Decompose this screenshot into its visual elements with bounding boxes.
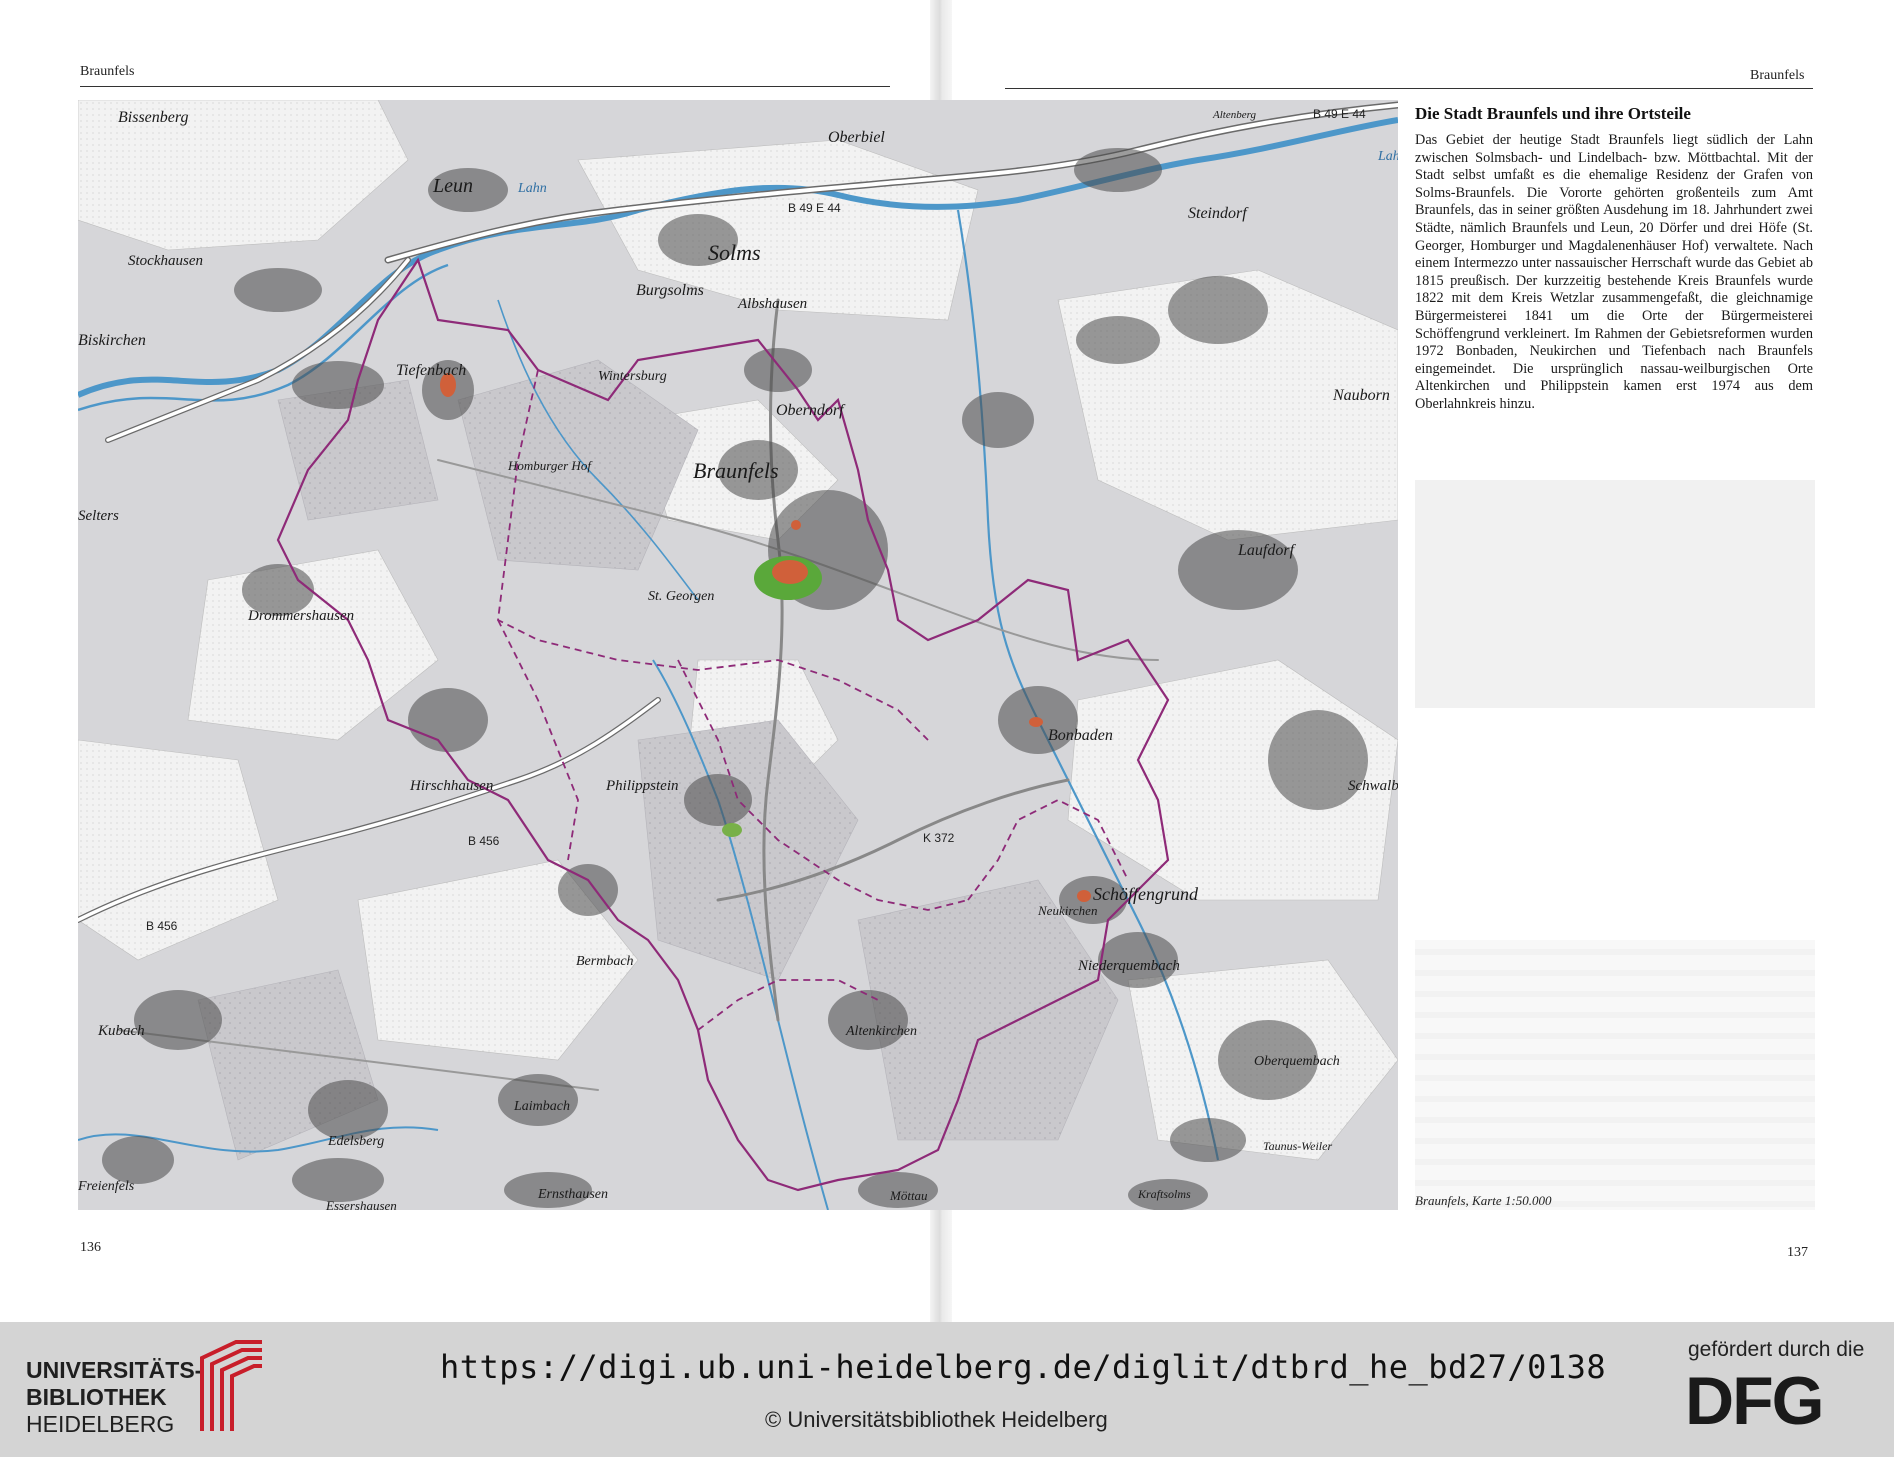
- show-through-text: [1415, 940, 1815, 1210]
- document-url-link[interactable]: https://digi.ub.uni-heidelberg.de/diglit…: [440, 1348, 1606, 1386]
- place-label: Biskirchen: [78, 332, 146, 349]
- place-label: Homburger Hof: [507, 458, 593, 473]
- place-label: Bissenberg: [118, 109, 189, 126]
- place-label: Tiefenbach: [396, 362, 466, 379]
- river-label: Lahn: [1377, 149, 1398, 164]
- copyright-notice: © Universitätsbibliothek Heidelberg: [765, 1407, 1108, 1432]
- map-caption: Braunfels, Karte 1:50.000: [1415, 1193, 1552, 1208]
- place-label: Albshausen: [737, 296, 807, 312]
- place-label: Hirschhausen: [409, 778, 493, 794]
- left-head-rule: [80, 86, 890, 87]
- show-through-block: [1415, 480, 1815, 708]
- place-label: Bonbaden: [1048, 727, 1113, 744]
- road-label: B 456: [146, 919, 178, 933]
- place-label: Kraftsolms: [1137, 1187, 1191, 1201]
- place-label: Laufdorf: [1237, 542, 1297, 559]
- place-label: Steindorf: [1188, 205, 1249, 222]
- place-label: Schwalbach: [1348, 778, 1398, 794]
- dfg-logo-text: DFG: [1685, 1368, 1823, 1428]
- place-label: Selters: [78, 508, 119, 524]
- place-label: Möttau: [889, 1188, 928, 1203]
- place-label: Burgsolms: [636, 282, 704, 299]
- place-label: Oberquembach: [1254, 1054, 1340, 1069]
- place-label: Braunfels: [693, 458, 779, 483]
- place-label: Ernsthausen: [537, 1187, 608, 1202]
- place-label: Philippstein: [605, 778, 679, 794]
- left-running-head: Braunfels: [80, 64, 135, 79]
- topographic-map: Bissenberg Leun Oberbiel Altenberg Stockhaus…: [78, 100, 1398, 1210]
- place-label: Bermbach: [576, 954, 634, 969]
- place-label: Laimbach: [513, 1099, 570, 1114]
- institution-line-3: HEIDELBERG: [26, 1411, 175, 1437]
- place-label: Leun: [432, 175, 473, 197]
- place-label: Taunus-Weiler: [1263, 1139, 1332, 1153]
- right-page-number: 137: [1787, 1245, 1808, 1260]
- institution-line-2: BIBLIOTHEK: [26, 1384, 167, 1410]
- right-running-head: Braunfels: [1750, 68, 1805, 83]
- institution-line-1: UNIVERSITÄTS-: [26, 1357, 203, 1383]
- right-head-rule: [1005, 88, 1813, 89]
- place-label: Altenberg: [1212, 109, 1256, 121]
- river-label: Lahn: [517, 181, 547, 196]
- place-label: Nauborn: [1332, 387, 1390, 404]
- road-label: B 49 E 44: [788, 201, 841, 215]
- dfg-logo-icon[interactable]: DFG: [1685, 1368, 1865, 1428]
- place-label: Drommershausen: [247, 608, 354, 624]
- place-label: Niederquembach: [1077, 958, 1180, 974]
- place-label: Solms: [708, 240, 761, 265]
- road-label: K 372: [923, 831, 955, 845]
- road-label: B 49 E 44: [1313, 107, 1366, 121]
- place-label: Oberndorf: [776, 402, 846, 419]
- place-label: Schöffengrund: [1093, 884, 1199, 904]
- place-label: Essershausen: [325, 1198, 397, 1210]
- road-label: B 456: [468, 834, 500, 848]
- place-label: Kubach: [97, 1023, 145, 1039]
- article-column: Die Stadt Braunfels und ihre Ortsteile D…: [1415, 104, 1813, 414]
- library-logo-icon[interactable]: [196, 1336, 266, 1436]
- article-heading: Die Stadt Braunfels und ihre Ortsteile: [1415, 104, 1691, 123]
- funder-label: gefördert durch die: [1688, 1338, 1865, 1361]
- place-label: Altenkirchen: [845, 1024, 917, 1039]
- place-label: Neukirchen: [1037, 903, 1097, 918]
- place-label: Stockhausen: [128, 253, 203, 269]
- place-label: St. Georgen: [648, 589, 714, 604]
- institution-wordmark[interactable]: UNIVERSITÄTS- BIBLIOTHEK HEIDELBERG: [26, 1357, 202, 1438]
- article-body: Das Gebiet der heutige Stadt Braunfels l…: [1415, 132, 1813, 412]
- place-label: Oberbiel: [828, 129, 885, 146]
- left-page-number: 136: [80, 1240, 101, 1255]
- viewer-footer: [0, 1322, 1894, 1457]
- place-label: Edelsberg: [327, 1134, 384, 1149]
- place-label: Wintersburg: [598, 369, 667, 384]
- place-label: Freienfels: [78, 1179, 135, 1194]
